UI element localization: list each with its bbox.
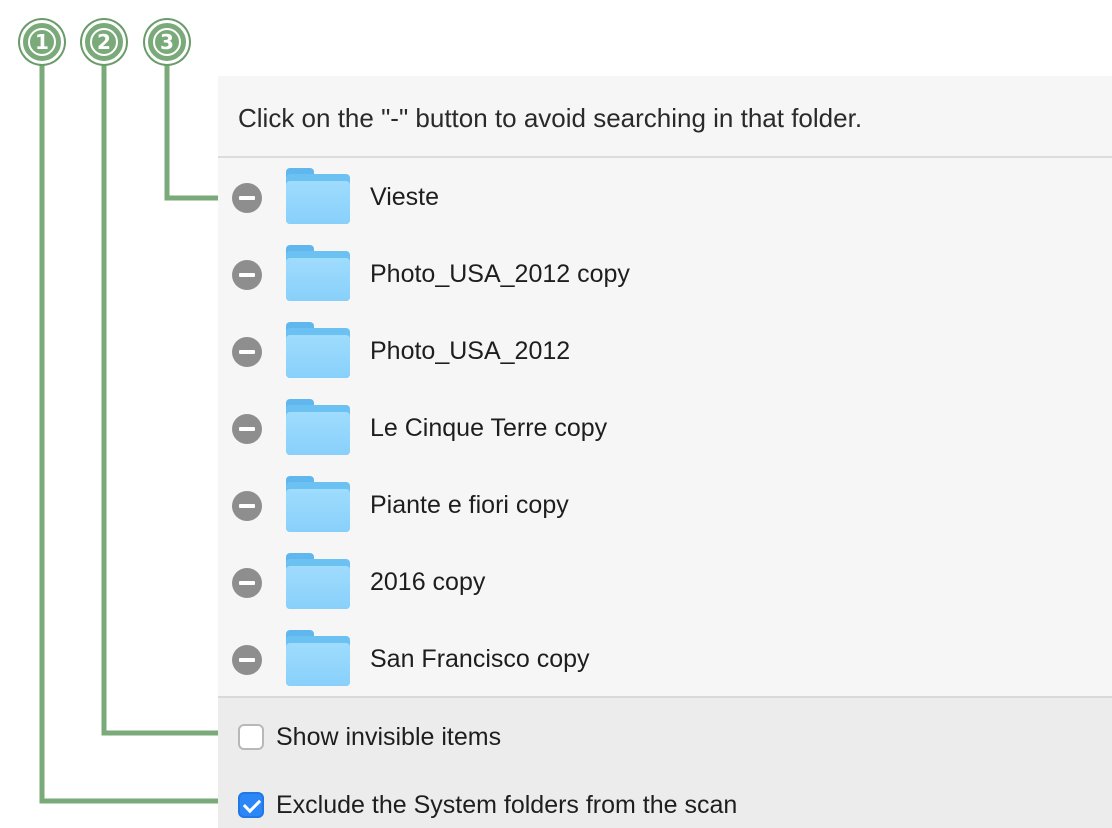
show-invisible-label[interactable]: Show invisible items xyxy=(276,716,501,756)
callout-line-3 xyxy=(164,64,222,201)
exclude-system-checkbox[interactable] xyxy=(238,792,264,818)
callout-line-1 xyxy=(39,64,222,804)
folder-exclusion-panel: Click on the "-" button to avoid searchi… xyxy=(218,76,1112,828)
list-item: 2016 copy xyxy=(218,543,1112,619)
folder-name: Le Cinque Terre copy xyxy=(370,414,608,442)
folder-icon xyxy=(286,399,350,455)
callout-line-2 xyxy=(101,64,222,736)
instruction-text: Click on the "-" button to avoid searchi… xyxy=(238,103,863,133)
list-item: San Francisco copy xyxy=(218,620,1112,696)
folder-icon xyxy=(286,553,350,609)
callout-badge-3: 3 xyxy=(145,20,189,64)
scan-options: Show invisible items Exclude the System … xyxy=(218,696,1112,828)
callout-badge-1: 1 xyxy=(20,20,64,64)
list-item: Photo_USA_2012 xyxy=(218,312,1112,388)
folder-name: Photo_USA_2012 xyxy=(370,337,571,365)
exclude-system-label[interactable]: Exclude the System folders from the scan xyxy=(276,784,737,824)
callout-number-3: 3 xyxy=(153,28,181,56)
show-invisible-checkbox[interactable] xyxy=(238,724,264,750)
folder-list: Vieste Photo_USA_2012 copy Photo_USA_201… xyxy=(218,158,1112,696)
folder-icon xyxy=(286,322,350,378)
minus-circle-icon[interactable] xyxy=(232,183,262,213)
folder-name: 2016 copy xyxy=(370,568,486,596)
callout-badge-2: 2 xyxy=(82,20,126,64)
minus-circle-icon[interactable] xyxy=(232,414,262,444)
minus-circle-icon[interactable] xyxy=(232,568,262,598)
folder-name: Photo_USA_2012 copy xyxy=(370,260,630,288)
minus-circle-icon[interactable] xyxy=(232,491,262,521)
minus-circle-icon[interactable] xyxy=(232,645,262,675)
callout-number-2: 2 xyxy=(90,28,118,56)
list-item: Piante e fiori copy xyxy=(218,466,1112,542)
minus-circle-icon[interactable] xyxy=(232,260,262,290)
folder-icon xyxy=(286,168,350,224)
folder-name: Piante e fiori copy xyxy=(370,491,569,519)
folder-name: San Francisco copy xyxy=(370,645,590,673)
callout-number-1: 1 xyxy=(28,28,56,56)
folder-icon xyxy=(286,476,350,532)
folder-icon xyxy=(286,630,350,686)
list-item: Photo_USA_2012 copy xyxy=(218,235,1112,311)
folder-icon xyxy=(286,245,350,301)
list-item: Le Cinque Terre copy xyxy=(218,389,1112,465)
folder-name: Vieste xyxy=(370,183,440,211)
minus-circle-icon[interactable] xyxy=(232,337,262,367)
list-item: Vieste xyxy=(218,158,1112,234)
